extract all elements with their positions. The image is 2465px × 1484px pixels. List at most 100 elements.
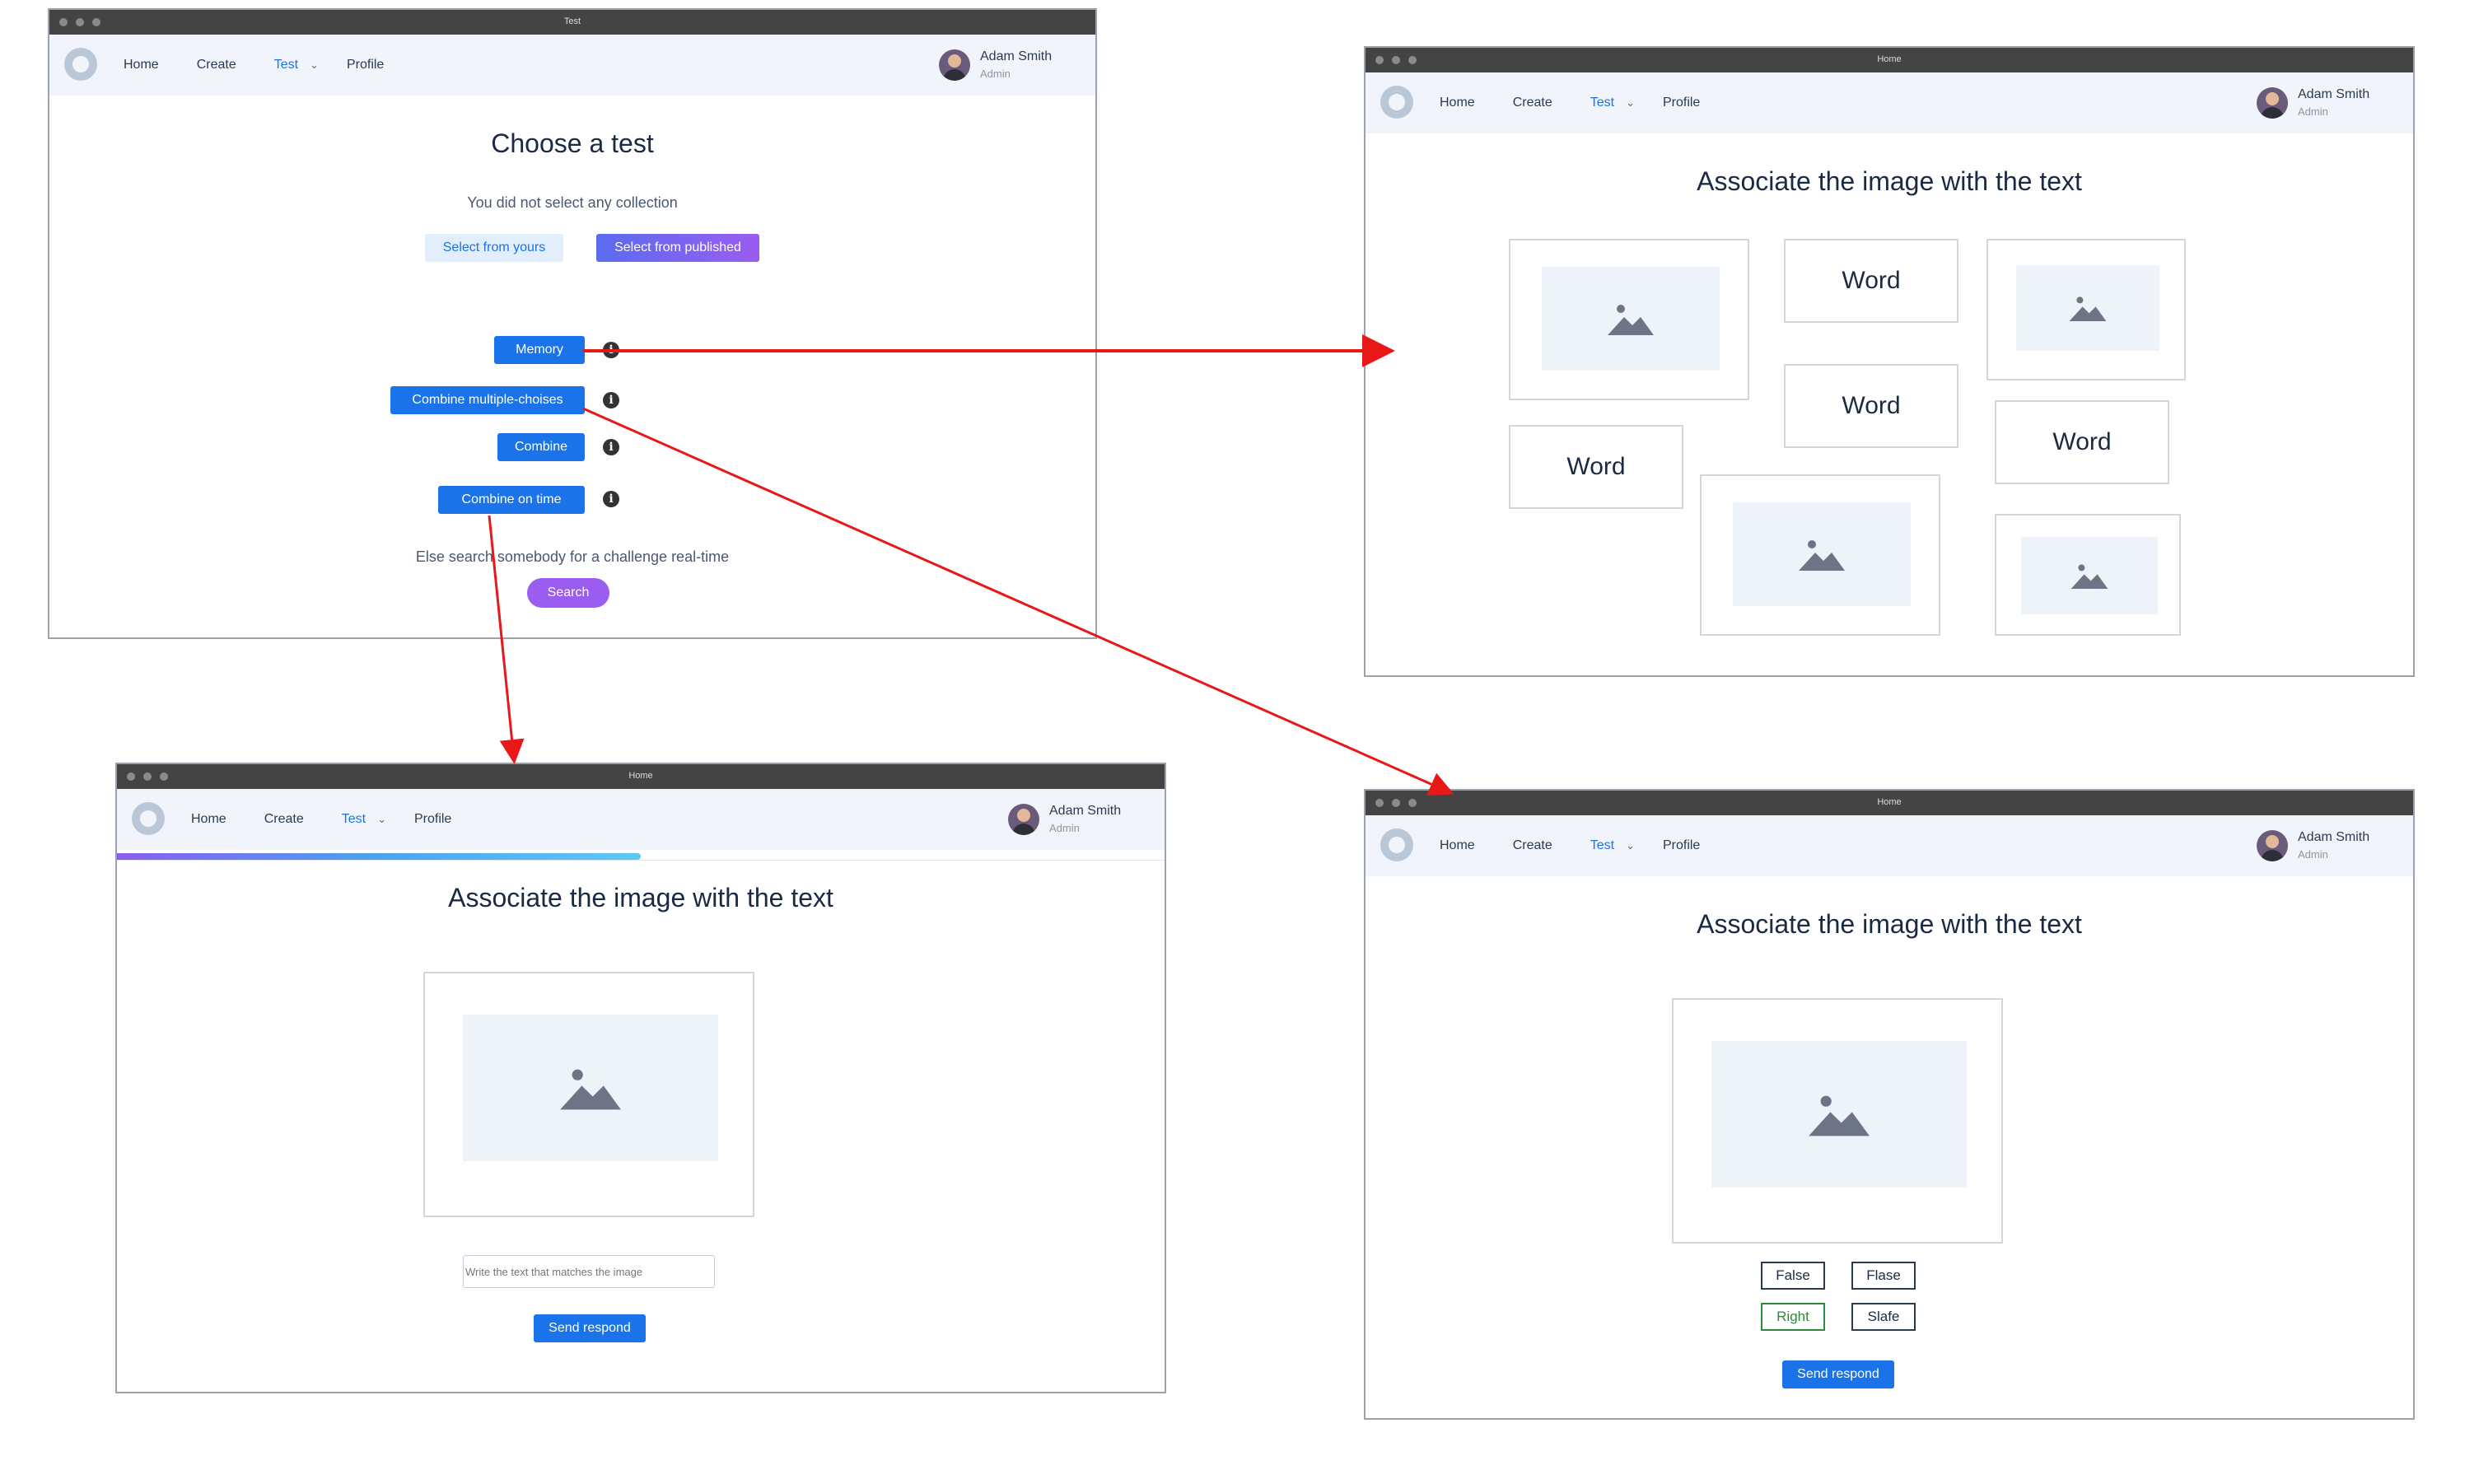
user-menu[interactable]: Adam Smith Admin (939, 46, 1062, 84)
nav-create[interactable]: Create (197, 58, 236, 72)
select-from-yours-button[interactable]: Select from yours (425, 234, 563, 262)
navbar: Home Create Test ⌄ Profile Adam Smith Ad… (1366, 72, 2413, 133)
nav-test[interactable]: Test (1590, 838, 1614, 853)
chevron-down-icon[interactable]: ⌄ (377, 813, 386, 826)
image-icon (1809, 1095, 1870, 1136)
nav-profile[interactable]: Profile (414, 812, 451, 827)
no-collection-text: You did not select any collection (467, 194, 678, 211)
info-icon[interactable]: i (603, 491, 619, 507)
nav-home[interactable]: Home (1440, 96, 1475, 110)
send-respond-button[interactable]: Send respond (534, 1314, 646, 1342)
avatar[interactable] (1008, 804, 1039, 835)
nav-home[interactable]: Home (191, 812, 226, 827)
answer-input[interactable] (463, 1255, 715, 1288)
user-name: Adam Smith (980, 49, 1053, 63)
window-combine-multiple-choises: Home Home Create Test ⌄ Profile Adam Smi… (1364, 789, 2415, 1420)
search-challenge-text: Else search somebody for a challenge rea… (415, 548, 730, 565)
memory-image-card[interactable] (1995, 514, 2181, 636)
option-flase[interactable]: Flase (1851, 1262, 1916, 1290)
memory-word-card[interactable]: Word (1784, 364, 1958, 448)
page-title: Associate the image with the text (1697, 909, 2082, 939)
chevron-down-icon[interactable]: ⌄ (1626, 839, 1635, 852)
send-respond-button[interactable]: Send respond (1782, 1360, 1894, 1388)
nav-test[interactable]: Test (274, 58, 298, 72)
option-slafe[interactable]: Slafe (1851, 1303, 1916, 1331)
combine-button[interactable]: Combine (497, 433, 585, 461)
nav-home[interactable]: Home (124, 58, 159, 72)
nav-home[interactable]: Home (1440, 838, 1475, 853)
navbar: Home Create Test ⌄ Profile Adam Smith Ad… (49, 35, 1095, 96)
chevron-down-icon[interactable]: ⌄ (1626, 96, 1635, 110)
logo-icon[interactable] (132, 802, 165, 835)
select-from-published-button[interactable]: Select from published (596, 234, 759, 262)
question-image-card (423, 972, 754, 1217)
memory-word-card[interactable]: Word (1509, 425, 1683, 509)
user-menu[interactable]: Adam Smith Admin (2257, 84, 2380, 122)
image-placeholder (1711, 1041, 1967, 1188)
info-icon[interactable]: i (603, 392, 619, 408)
word-text: Word (1842, 267, 1901, 294)
nav-create[interactable]: Create (264, 812, 304, 827)
user-menu[interactable]: Adam Smith Admin (2257, 827, 2380, 865)
memory-image-card[interactable] (1509, 239, 1749, 400)
window-combine-on-time: Home Home Create Test ⌄ Profile Adam Smi… (115, 763, 1166, 1393)
user-role: Admin (980, 68, 1011, 80)
window-title: Test (563, 16, 581, 26)
logo-icon[interactable] (1380, 86, 1413, 119)
image-icon (2071, 564, 2108, 589)
title-bar: Home (117, 764, 1165, 789)
combine-on-time-button[interactable]: Combine on time (438, 486, 585, 514)
memory-button[interactable]: Memory (494, 336, 585, 364)
option-false[interactable]: False (1761, 1262, 1825, 1290)
page-title: Choose a test (491, 128, 654, 158)
image-icon (1608, 305, 1654, 335)
user-menu[interactable]: Adam Smith Admin (1008, 800, 1132, 838)
title-bar: Home (1366, 48, 2413, 72)
avatar[interactable] (2257, 830, 2288, 861)
memory-word-card[interactable]: Word (1784, 239, 1958, 323)
nav-profile[interactable]: Profile (347, 58, 384, 72)
avatar[interactable] (939, 49, 970, 81)
combine-multiple-choises-button[interactable]: Combine multiple-choises (390, 386, 585, 414)
image-placeholder (2021, 537, 2158, 614)
image-placeholder (2016, 265, 2159, 351)
page-title: Associate the image with the text (1697, 166, 2082, 196)
user-role: Admin (1049, 822, 1080, 834)
logo-icon[interactable] (1380, 828, 1413, 861)
progress-track (117, 853, 1165, 861)
user-role: Admin (2298, 848, 2328, 861)
search-button[interactable]: Search (527, 578, 609, 608)
image-placeholder (463, 1015, 718, 1161)
page-title: Associate the image with the text (448, 883, 833, 912)
nav-create[interactable]: Create (1513, 838, 1552, 853)
user-name: Adam Smith (2298, 87, 2370, 101)
image-placeholder (1733, 502, 1911, 606)
window-title: Home (628, 771, 653, 781)
info-icon[interactable]: i (603, 342, 619, 358)
title-bar: Test (49, 10, 1095, 35)
nav-test[interactable]: Test (342, 812, 366, 827)
word-text: Word (1842, 392, 1901, 419)
image-icon (2069, 296, 2107, 321)
chevron-down-icon[interactable]: ⌄ (310, 58, 319, 72)
avatar[interactable] (2257, 87, 2288, 119)
navbar: Home Create Test ⌄ Profile Adam Smith Ad… (1366, 815, 2413, 876)
nav-test[interactable]: Test (1590, 96, 1614, 110)
image-placeholder (1542, 267, 1720, 371)
option-right[interactable]: Right (1761, 1303, 1825, 1331)
memory-image-card[interactable] (1986, 239, 2186, 380)
nav-profile[interactable]: Profile (1663, 838, 1700, 853)
nav-profile[interactable]: Profile (1663, 96, 1700, 110)
title-bar: Home (1366, 791, 2413, 815)
image-icon (560, 1069, 621, 1110)
user-name: Adam Smith (2298, 830, 2370, 844)
question-image-card (1672, 998, 2003, 1244)
info-icon[interactable]: i (603, 439, 619, 455)
memory-word-card[interactable]: Word (1995, 400, 2169, 484)
word-text: Word (2052, 428, 2112, 455)
logo-icon[interactable] (64, 48, 97, 81)
nav-create[interactable]: Create (1513, 96, 1552, 110)
memory-image-card[interactable] (1700, 474, 1940, 636)
navbar: Home Create Test ⌄ Profile Adam Smith Ad… (117, 789, 1165, 850)
progress-bar (117, 853, 641, 860)
